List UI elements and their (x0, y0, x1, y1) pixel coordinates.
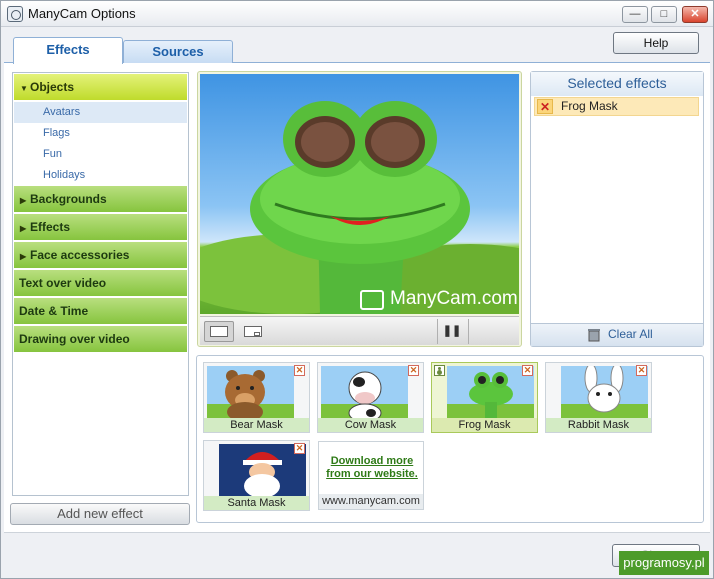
download-more-box[interactable]: Download more from our website. www.many… (318, 441, 424, 510)
selected-effect-label: Frog Mask (561, 99, 618, 113)
thumbnail-label: Rabbit Mask (546, 418, 651, 432)
tab-sources[interactable]: Sources (123, 40, 233, 63)
close-icon[interactable]: ✕ (294, 443, 305, 454)
category-face-accessories[interactable]: ▶ Face accessories (14, 242, 187, 269)
minimize-icon: — (629, 8, 641, 20)
thumbnail-label: Frog Mask (432, 418, 537, 432)
close-icon: ✕ (690, 8, 700, 20)
single-screen-icon (210, 326, 228, 337)
frog-mask-preview-image (200, 101, 519, 314)
preview-toolbar: ❚❚ (200, 316, 519, 345)
single-view-button[interactable] (204, 321, 234, 342)
close-icon[interactable]: ✕ (408, 365, 419, 376)
person-icon (434, 365, 445, 376)
effect-thumbnail[interactable]: ✕ Cow Mask (317, 362, 424, 433)
thumbnail-label: Bear Mask (204, 418, 309, 432)
manycam-icon (7, 6, 23, 22)
category-objects-label: Objects (30, 80, 75, 94)
effect-thumbnail[interactable]: ✕ Bear Mask (203, 362, 310, 433)
category-face-accessories-label: Face accessories (30, 248, 130, 262)
clear-all-link[interactable]: Clear All (608, 327, 653, 341)
category-objects[interactable]: ▼ Objects (14, 74, 187, 101)
effect-thumbnail[interactable]: ✕ Rabbit Mask (545, 362, 652, 433)
tab-effects[interactable]: Effects (13, 37, 123, 64)
remove-effect-icon[interactable]: ✕ (537, 99, 553, 114)
manycam-options-window: ManyCam Options — □ ✕ Effects Sources He… (0, 0, 714, 579)
site-watermark: programosy.pl (619, 551, 709, 575)
bear-mask-image (207, 366, 294, 420)
chevron-down-icon: ▼ (20, 84, 28, 93)
close-icon[interactable]: ✕ (294, 365, 305, 376)
help-button[interactable]: Help (613, 32, 699, 54)
trash-icon[interactable] (587, 328, 601, 342)
effect-thumbnail[interactable]: ✕ Frog Mask (431, 362, 538, 433)
thumbnail-label: Cow Mask (318, 418, 423, 432)
bottom-bar (4, 532, 710, 576)
maximize-button[interactable]: □ (651, 6, 677, 23)
add-new-effect-button[interactable]: Add new effect (10, 503, 190, 525)
rabbit-mask-image (561, 366, 648, 420)
maximize-icon: □ (660, 8, 668, 20)
chevron-right-icon: ▶ (20, 196, 27, 205)
close-icon[interactable]: ✕ (636, 365, 647, 376)
cow-mask-image (321, 366, 408, 420)
effect-thumbnail[interactable]: ✕ Santa Mask (203, 440, 310, 511)
selected-effect-item[interactable]: ✕ Frog Mask (534, 97, 699, 116)
subitem-flags[interactable]: Flags (14, 123, 187, 144)
subitem-avatars[interactable]: Avatars (14, 102, 187, 123)
selected-effects-title: Selected effects (531, 72, 703, 96)
category-effects[interactable]: ▶ Effects (14, 214, 187, 241)
frog-mask-image (447, 366, 534, 420)
close-window-button[interactable]: ✕ (682, 6, 708, 23)
close-icon[interactable]: ✕ (522, 365, 533, 376)
effect-category-panel: ▼ Objects Avatars Flags Fun Holidays ▶ Bac… (12, 72, 189, 496)
video-preview: ManyCam.com (200, 74, 519, 314)
manycam-logo-icon (360, 290, 384, 310)
window-title: ManyCam Options (28, 6, 136, 21)
category-date-time[interactable]: Date & Time (14, 298, 187, 325)
chevron-right-icon: ▶ (20, 224, 27, 233)
pause-icon[interactable]: ❚❚ (442, 323, 462, 340)
category-backgrounds-label: Backgrounds (30, 192, 107, 206)
category-backgrounds[interactable]: ▶ Backgrounds (14, 186, 187, 213)
download-more-link[interactable]: Download more from our website. (321, 455, 423, 481)
manycam-watermark: ManyCam.com (390, 288, 518, 309)
category-drawing-over-video[interactable]: Drawing over video (14, 326, 187, 353)
title-bar: ManyCam Options — □ ✕ (1, 1, 713, 27)
pip-view-button[interactable] (238, 321, 268, 342)
subitem-holidays[interactable]: Holidays (14, 165, 187, 186)
category-effects-label: Effects (30, 220, 71, 234)
santa-mask-image (219, 444, 306, 498)
thumbnail-label: Santa Mask (204, 496, 309, 510)
chevron-right-icon: ▶ (20, 252, 27, 261)
minimize-button[interactable]: — (622, 6, 648, 23)
subitem-fun[interactable]: Fun (14, 144, 187, 165)
website-url: www.manycam.com (319, 494, 423, 509)
category-text-over-video[interactable]: Text over video (14, 270, 187, 297)
